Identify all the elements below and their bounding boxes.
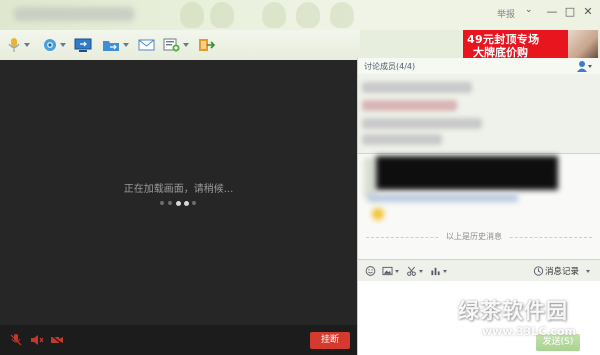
scissors-icon[interactable]	[406, 266, 417, 276]
member-list	[358, 74, 600, 154]
chevron-down-icon[interactable]	[395, 270, 399, 273]
app-add-icon[interactable]	[163, 38, 180, 52]
title-bar: 举报 ⌄ — □ ✕	[0, 0, 600, 30]
exit-icon[interactable]	[198, 38, 216, 52]
decorative-tree	[296, 2, 320, 28]
camera-off-icon[interactable]	[50, 334, 64, 346]
chat-history	[358, 154, 600, 259]
clock-icon[interactable]	[533, 266, 544, 276]
members-header: 讨论成员(4/4)	[358, 58, 600, 74]
decorative-tree	[262, 2, 286, 28]
microphone-icon[interactable]	[8, 38, 20, 52]
loading-dot	[192, 201, 196, 205]
minimize-button[interactable]: —	[544, 4, 560, 20]
decorative-tree	[180, 2, 204, 28]
decorative-tree	[210, 2, 234, 28]
loading-dot	[176, 200, 181, 206]
loading-indicator	[160, 200, 200, 207]
mic-muted-icon[interactable]	[9, 334, 23, 346]
ad-subline: 大牌底价购	[473, 46, 528, 58]
emoji-icon	[372, 208, 384, 220]
emoji-icon[interactable]	[365, 266, 376, 276]
list-item[interactable]	[362, 118, 482, 129]
watermark: 绿茶软件园 www.33LC.com	[418, 292, 600, 352]
camera-icon[interactable]	[42, 38, 58, 52]
members-count-label: 讨论成员(4/4)	[364, 62, 416, 71]
decorative-tree	[330, 2, 354, 28]
chevron-down-icon[interactable]	[419, 270, 423, 273]
loading-dot	[184, 200, 189, 206]
chevron-down-icon[interactable]	[586, 270, 590, 273]
watermark-logo-icon	[419, 293, 455, 329]
loading-message: 正在加载画面，请稍候...	[123, 184, 234, 195]
ad-photo	[568, 30, 598, 58]
chart-icon[interactable]	[430, 266, 441, 276]
chevron-down-icon[interactable]: ⌄	[525, 5, 533, 15]
list-item[interactable]	[362, 100, 457, 111]
input-toolbar: 消息记录	[358, 259, 600, 281]
chevron-down-icon[interactable]	[123, 43, 129, 47]
chat-avatar	[364, 158, 376, 198]
video-area: 正在加载画面，请稍候...	[0, 60, 357, 325]
chevron-down-icon[interactable]	[443, 270, 447, 273]
window-title-blurred	[14, 7, 134, 21]
image-icon[interactable]	[382, 266, 393, 276]
chat-message-blurred	[376, 156, 558, 190]
mail-icon[interactable]	[138, 38, 155, 52]
call-control-bar	[0, 325, 357, 355]
speaker-muted-icon[interactable]	[30, 334, 44, 346]
report-link[interactable]: 举报	[497, 7, 515, 20]
history-label: 以上是历史消息	[440, 231, 508, 242]
file-transfer-icon[interactable]	[102, 38, 120, 52]
chevron-down-icon[interactable]	[24, 43, 30, 47]
watermark-name: 绿茶软件园	[458, 299, 568, 323]
maximize-button[interactable]: □	[562, 4, 578, 20]
ad-banner[interactable]: 49元封顶专场 大牌底价购	[463, 30, 598, 58]
call-toolbar	[0, 30, 360, 60]
hangup-button[interactable]: 挂断	[310, 332, 350, 349]
list-item[interactable]	[362, 134, 442, 145]
add-member-icon[interactable]	[576, 60, 592, 72]
loading-dot	[168, 201, 172, 205]
message-history-button[interactable]: 消息记录	[545, 265, 579, 277]
watermark-url: www.33LC.com	[482, 325, 577, 338]
chat-message-blurred	[368, 194, 518, 202]
chevron-down-icon[interactable]	[60, 43, 66, 47]
screen-share-icon[interactable]	[74, 38, 92, 52]
chevron-down-icon[interactable]	[183, 43, 189, 47]
close-button[interactable]: ✕	[580, 4, 596, 20]
loading-dot	[160, 201, 164, 205]
list-item[interactable]	[362, 82, 472, 93]
